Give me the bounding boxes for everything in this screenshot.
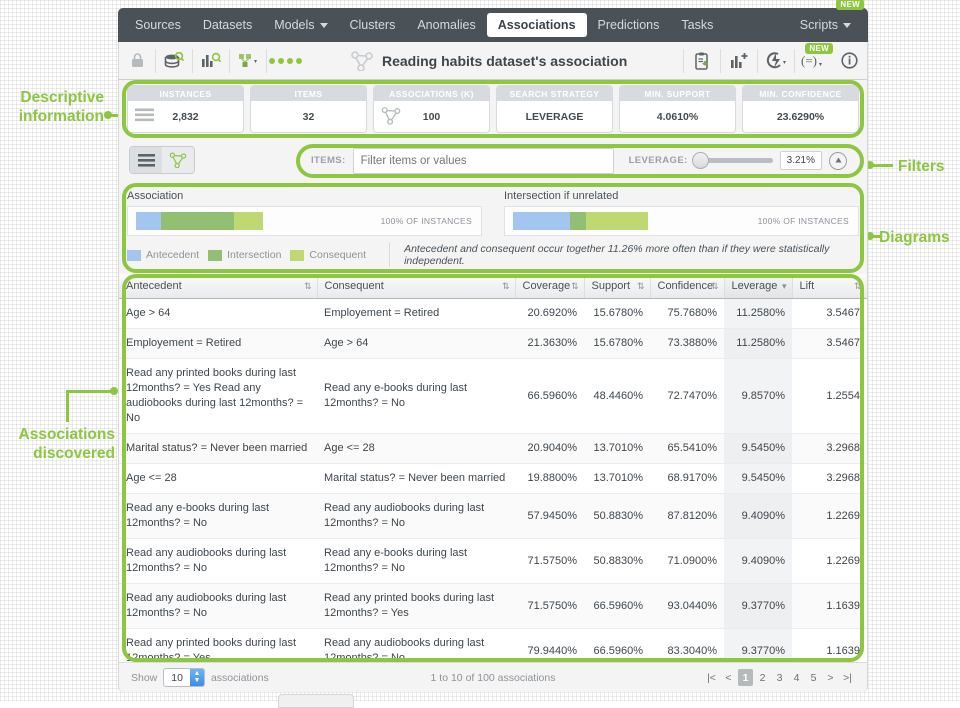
nav-label-datasets: Datasets (203, 18, 252, 32)
highlight-descriptive-information (122, 80, 864, 138)
nav-item-anomalies[interactable]: Anomalies (406, 13, 486, 37)
pagination-item[interactable]: 4 (789, 669, 804, 686)
browser-tab-stub (278, 694, 354, 708)
callout-associations-line1: Associations (0, 425, 115, 444)
callout-diagrams: Diagrams (879, 228, 960, 247)
nav-label-scripts: Scripts (800, 18, 838, 32)
pagination-item[interactable]: |< (704, 669, 719, 686)
nav-item-clusters[interactable]: Clusters (339, 13, 407, 37)
page-size-select[interactable]: 10 ▲▼ (163, 668, 205, 687)
app-window: Sources Datasets Models Clusters Anomali… (118, 0, 868, 698)
object-toolbar: Reading habits dataset's association (=)… (118, 42, 868, 80)
nav-label-tasks: Tasks (681, 18, 713, 32)
pagination-item[interactable]: 2 (755, 669, 770, 686)
callout-associations-connector (66, 390, 114, 422)
nav-label-clusters: Clusters (350, 18, 396, 32)
nav-item-associations[interactable]: Associations (487, 13, 587, 37)
callout-filters-label: Filters (898, 158, 945, 175)
nav-label-associations: Associations (498, 18, 576, 32)
callout-associations-line2: discovered (0, 444, 115, 463)
nav-label-anomalies: Anomalies (417, 18, 475, 32)
list-view-icon[interactable] (130, 147, 162, 173)
nav-label-predictions: Predictions (598, 18, 660, 32)
show-label: Show (131, 672, 157, 684)
chart-add-icon[interactable] (721, 42, 757, 80)
view-toggle[interactable] (129, 146, 195, 174)
chevron-down-icon (843, 23, 851, 28)
callout-diagrams-label: Diagrams (879, 229, 950, 246)
nav-item-datasets[interactable]: Datasets (192, 13, 263, 37)
nav-label-models: Models (274, 18, 314, 32)
nav-item-tasks[interactable]: Tasks (670, 13, 724, 37)
callout-descriptive-line2: information (4, 107, 104, 126)
script-icon[interactable]: (=) NEW (795, 42, 831, 80)
pagination-item[interactable]: < (721, 669, 736, 686)
table-footer: Show 10 ▲▼ associations 1 to 10 of 100 a… (118, 662, 868, 692)
range-text: 1 to 10 of 100 associations (431, 672, 556, 684)
object-title: Reading habits dataset's association (382, 53, 627, 69)
top-navigation: Sources Datasets Models Clusters Anomali… (118, 8, 868, 42)
script-new-badge: NEW (805, 43, 833, 54)
scripts-new-badge: NEW (836, 0, 864, 10)
network-view-icon[interactable] (162, 147, 194, 173)
cluster-icon[interactable] (230, 42, 266, 80)
model-search-icon[interactable] (193, 42, 229, 80)
callout-associations-dot (110, 387, 118, 395)
association-icon (351, 51, 373, 71)
stepper-icon[interactable]: ▲▼ (190, 669, 204, 686)
nav-label-sources: Sources (135, 18, 181, 32)
pagination-item[interactable]: 5 (806, 669, 821, 686)
chevron-down-icon (320, 23, 328, 28)
highlight-filters (296, 144, 864, 178)
callout-descriptive-dot (104, 111, 112, 119)
pagination-item[interactable]: >| (840, 669, 855, 686)
callout-descriptive-line1: Descriptive (4, 88, 104, 107)
nav-item-sources[interactable]: Sources (124, 13, 192, 37)
pagination-item[interactable]: > (823, 669, 838, 686)
pagination: |<<12345>>| (704, 669, 855, 686)
highlight-associations-discovered (122, 274, 864, 662)
pagination-item[interactable]: 3 (772, 669, 787, 686)
lock-icon[interactable] (119, 42, 155, 80)
callout-associations-discovered: Associations discovered (0, 425, 115, 463)
info-icon[interactable] (831, 42, 867, 80)
page-size-value: 10 (164, 672, 190, 684)
pagination-item[interactable]: 1 (738, 669, 753, 686)
nav-item-predictions[interactable]: Predictions (587, 13, 671, 37)
svg-text:(=): (=) (801, 53, 817, 68)
object-title-group: Reading habits dataset's association (303, 51, 683, 71)
callout-filters: Filters (898, 157, 958, 176)
dots-icon[interactable] (267, 42, 303, 80)
nav-item-models[interactable]: Models (263, 13, 338, 37)
dataset-search-icon[interactable] (156, 42, 192, 80)
flash-icon[interactable] (758, 42, 794, 80)
callout-filters-connector (871, 164, 893, 167)
dots-group (269, 58, 302, 64)
highlight-diagrams (122, 183, 864, 273)
show-suffix: associations (211, 672, 269, 684)
nav-item-scripts[interactable]: Scripts NEW (789, 13, 862, 37)
callout-descriptive-information: Descriptive information (4, 88, 104, 126)
download-clipboard-icon[interactable] (684, 42, 720, 80)
